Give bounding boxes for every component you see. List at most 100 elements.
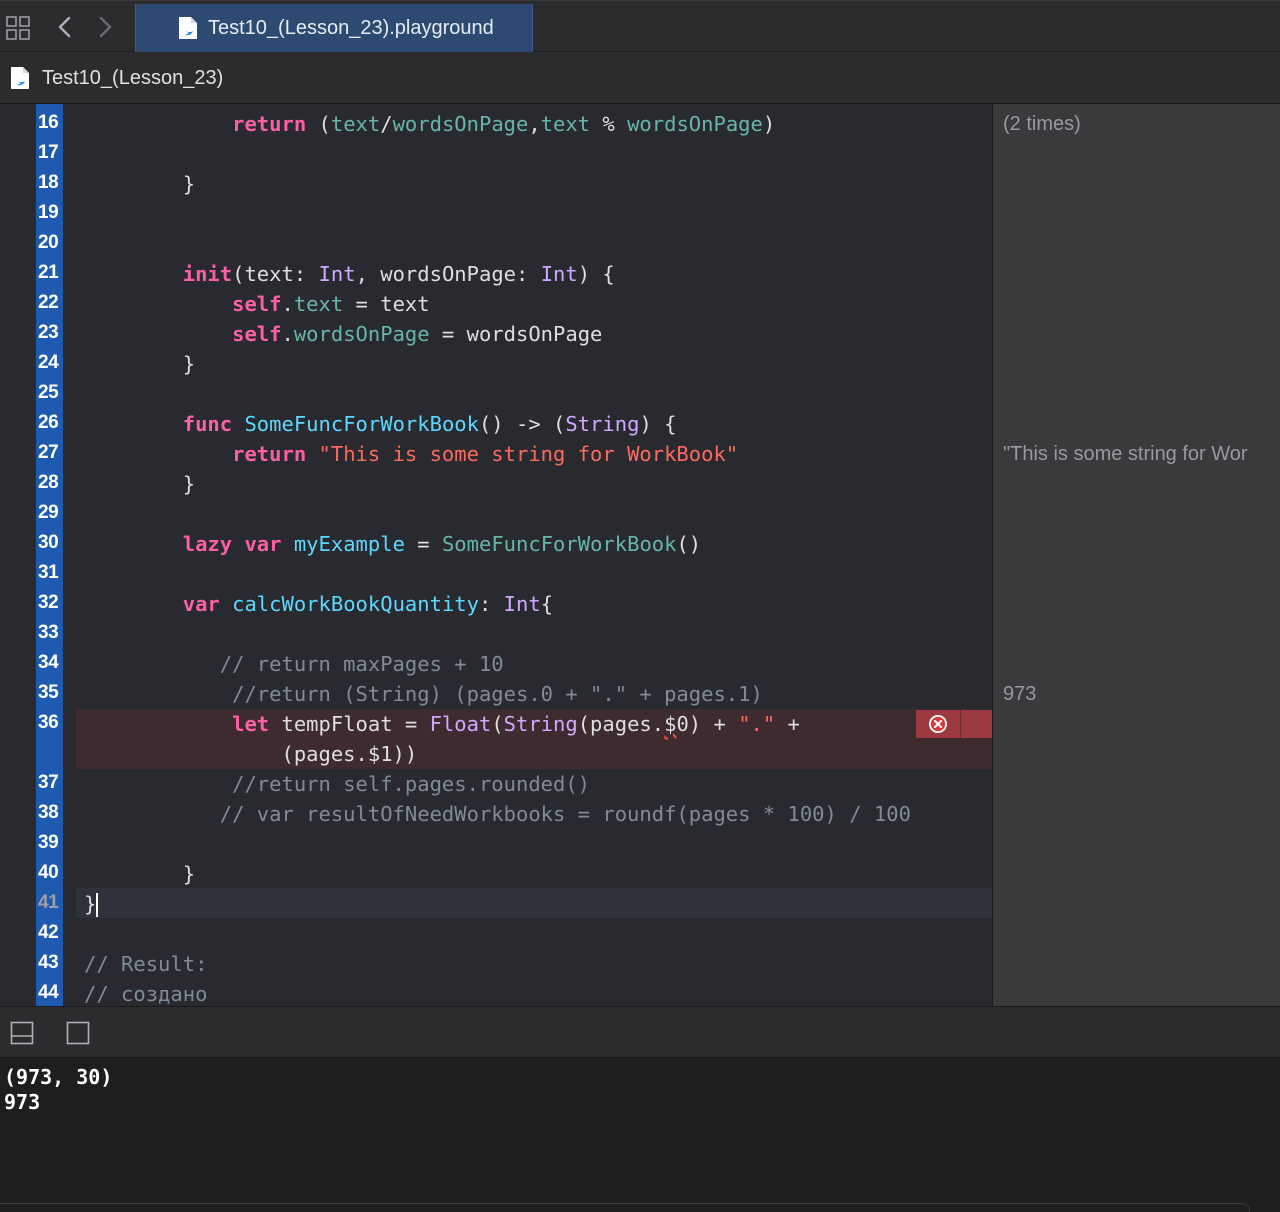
code-line[interactable]: init(text: Int, wordsOnPage: Int) { — [84, 259, 615, 289]
code-line[interactable]: } — [84, 859, 195, 889]
code-token: Int — [540, 262, 578, 286]
line-number[interactable]: 39 — [38, 832, 62, 854]
code-token: //return (String) (pages.0 + "." + pages… — [232, 682, 763, 706]
code-token: calcWorkBookQuantity — [232, 592, 479, 616]
line-number[interactable]: 34 — [38, 652, 62, 674]
code-token: var — [182, 592, 220, 616]
line-number[interactable]: 29 — [38, 502, 62, 524]
result-value[interactable]: 973 — [1003, 683, 1036, 706]
code-line[interactable]: // создано — [84, 979, 207, 1006]
line-number[interactable]: 19 — [38, 202, 62, 224]
error-circle-icon[interactable] — [927, 713, 949, 735]
line-number[interactable]: 44 — [38, 982, 62, 1004]
line-number[interactable]: 17 — [38, 142, 62, 164]
code-token: wordsOnPage — [627, 112, 763, 136]
code-line[interactable]: } — [84, 889, 99, 919]
code-line[interactable]: (pages.$1)) — [84, 739, 417, 769]
code-line[interactable]: //return (String) (pages.0 + "." + pages… — [84, 679, 763, 709]
line-number[interactable]: 31 — [38, 562, 62, 584]
line-number[interactable]: 23 — [38, 322, 62, 344]
code-editor[interactable]: 16 return (text/wordsOnPage,text % words… — [0, 104, 992, 1006]
code-token: text — [293, 292, 344, 316]
console-scrollbar[interactable] — [0, 1203, 1250, 1212]
line-number[interactable]: 40 — [38, 862, 62, 884]
line-number[interactable]: 35 — [38, 682, 62, 704]
console-output[interactable]: (973, 30) 973 — [0, 1058, 1280, 1212]
line-number[interactable]: 38 — [38, 802, 62, 824]
code-token: ( — [491, 712, 504, 736]
result-value[interactable]: "This is some string for Wor — [1003, 443, 1248, 466]
line-number[interactable]: 18 — [38, 172, 62, 194]
line-number[interactable]: 42 — [38, 922, 62, 944]
line-number[interactable]: 30 — [38, 532, 62, 554]
code-line[interactable]: //return self.pages.rounded() — [84, 769, 590, 799]
line-number[interactable]: 16 — [38, 112, 62, 134]
line-number[interactable]: 25 — [38, 382, 62, 404]
swift-file-icon — [11, 67, 29, 89]
code-token: ( — [306, 112, 331, 136]
breadcrumb[interactable]: Test10_(Lesson_23) — [42, 67, 223, 90]
result-value[interactable]: (2 times) — [1003, 113, 1081, 136]
line-number[interactable]: 33 — [38, 622, 62, 644]
code-line[interactable]: } — [84, 469, 195, 499]
line-number[interactable]: 21 — [38, 262, 62, 284]
code-line[interactable]: self.wordsOnPage = wordsOnPage — [84, 319, 602, 349]
code-line[interactable]: } — [84, 169, 195, 199]
line-number[interactable]: 41 — [38, 892, 62, 914]
code-token: . — [281, 292, 294, 316]
code-token: self — [232, 322, 282, 346]
line-number[interactable]: 37 — [38, 772, 62, 794]
chevron-left-icon[interactable] — [52, 13, 78, 41]
line-number[interactable]: 22 — [38, 292, 62, 314]
code-line[interactable]: } — [84, 349, 195, 379]
code-line[interactable]: lazy var myExample = SomeFuncForWorkBook… — [84, 529, 701, 559]
code-line[interactable]: func SomeFuncForWorkBook() -> (String) { — [84, 409, 677, 439]
code-line[interactable]: return (text/wordsOnPage,text % wordsOnP… — [84, 109, 775, 139]
line-number[interactable]: 32 — [38, 592, 62, 614]
code-token: return — [232, 112, 307, 136]
line-number[interactable]: 43 — [38, 952, 62, 974]
code-token: (text: — [232, 262, 319, 286]
console-toggle-icon[interactable] — [66, 1021, 90, 1045]
code-token: } — [84, 472, 196, 496]
error-badge[interactable] — [916, 710, 992, 738]
code-token: = — [404, 532, 442, 556]
code-token: text — [540, 112, 591, 136]
code-token: , — [528, 112, 541, 136]
line-number[interactable]: 36 — [38, 712, 62, 734]
code-token: = text — [343, 292, 430, 316]
code-line[interactable]: self.text = text — [84, 289, 430, 319]
line-number[interactable]: 26 — [38, 412, 62, 434]
code-token: } — [84, 172, 196, 196]
tab-bar: Test10_(Lesson_23).playground — [0, 0, 1280, 52]
code-token: wordsOnPage — [392, 112, 529, 136]
code-line[interactable]: // return maxPages + 10 — [84, 649, 504, 679]
tab-playground[interactable]: Test10_(Lesson_23).playground — [135, 4, 533, 52]
code-token: tempFloat = — [269, 712, 430, 736]
tab-label: Test10_(Lesson_23).playground — [208, 17, 494, 39]
line-number[interactable]: 24 — [38, 352, 62, 374]
code-line[interactable]: let tempFloat = Float(String(pages.$0) +… — [84, 709, 800, 739]
code-token: } — [84, 892, 97, 916]
code-line[interactable]: var calcWorkBookQuantity: Int{ — [84, 589, 553, 619]
code-line[interactable]: // var resultOfNeedWorkbooks = roundf(pa… — [84, 799, 911, 829]
hide-debug-area-icon[interactable] — [10, 1021, 34, 1045]
line-number[interactable]: 28 — [38, 472, 62, 494]
code-token: (pages. — [577, 712, 665, 736]
code-token: ) { — [639, 412, 677, 436]
chevron-right-icon[interactable] — [92, 13, 118, 41]
code-token: . — [281, 322, 294, 346]
code-token: } — [84, 352, 196, 376]
badge-separator — [960, 710, 961, 738]
line-number[interactable]: 20 — [38, 232, 62, 254]
line-number[interactable]: 27 — [38, 442, 62, 464]
code-token: () — [676, 532, 702, 556]
code-token: //return self.pages.rounded() — [232, 772, 591, 796]
grid-icon[interactable] — [5, 15, 31, 41]
code-line[interactable]: return "This is some string for WorkBook… — [84, 439, 738, 469]
code-line[interactable]: // Result: — [84, 949, 207, 979]
